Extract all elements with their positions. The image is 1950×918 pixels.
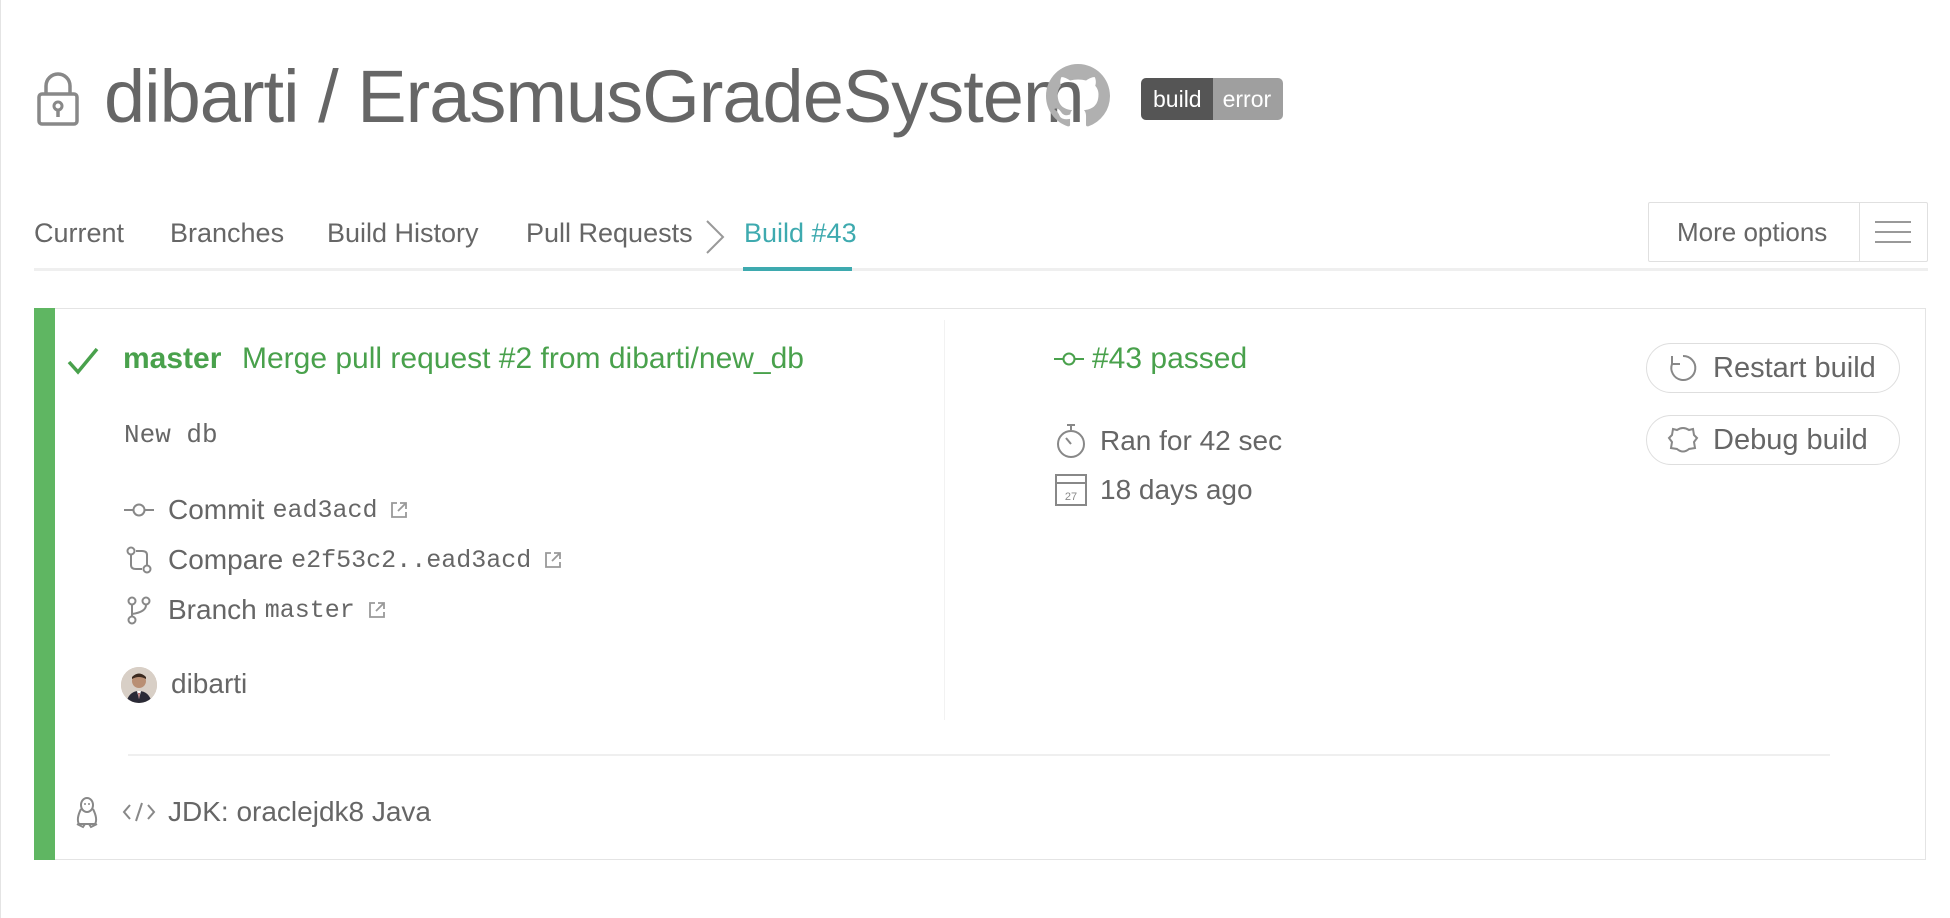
- debug-icon: [1667, 427, 1699, 453]
- more-options-divider: [1859, 203, 1860, 261]
- nav-divider: [34, 268, 1928, 271]
- badge-label: build: [1141, 78, 1213, 120]
- commit-status-icon: [1054, 352, 1084, 366]
- linux-icon: [76, 797, 98, 829]
- build-status-badge[interactable]: build error: [1141, 78, 1284, 120]
- tab-build-current[interactable]: Build #43: [744, 218, 857, 249]
- commit-label: Commit: [168, 494, 265, 525]
- repo-title: dibarti / ErasmusGradeSystem: [104, 52, 1085, 142]
- build-finished: 27 18 days ago: [1054, 472, 1253, 508]
- restart-build-button[interactable]: Restart build: [1646, 343, 1900, 393]
- compare-label: Compare: [168, 544, 284, 575]
- tab-pull-requests[interactable]: Pull Requests: [526, 218, 693, 249]
- hamburger-menu-icon: [1875, 221, 1911, 243]
- code-icon: [122, 802, 156, 822]
- stopwatch-icon: [1057, 424, 1085, 458]
- build-card: [34, 308, 1926, 860]
- commit-icon: [124, 503, 154, 517]
- debug-build-button[interactable]: Debug build: [1646, 415, 1900, 465]
- tab-build-history[interactable]: Build History: [327, 218, 479, 249]
- compare-range[interactable]: e2f53c2..ead3acd: [291, 546, 531, 575]
- jdk-row: JDK: oraclejdk8 Java: [72, 792, 431, 832]
- lock-icon: [37, 72, 79, 126]
- branch-icon: [127, 596, 151, 625]
- tab-branches[interactable]: Branches: [170, 218, 284, 249]
- build-status[interactable]: #43 passed: [1054, 342, 1247, 376]
- author-name[interactable]: dibarti: [171, 668, 247, 700]
- restart-build-label: Restart build: [1713, 351, 1876, 384]
- repo-name[interactable]: ErasmusGradeSystem: [357, 55, 1084, 138]
- build-finished-label: 18 days ago: [1100, 474, 1253, 505]
- build-commit-description: New db: [124, 420, 218, 450]
- calendar-day: 27: [1065, 491, 1077, 503]
- active-tab-indicator: [743, 267, 852, 271]
- jdk-label: JDK: oraclejdk8 Java: [168, 796, 432, 827]
- external-link-icon: [391, 502, 408, 518]
- author-avatar[interactable]: [121, 667, 157, 703]
- check-icon: [67, 347, 99, 375]
- column-divider: [944, 320, 945, 720]
- build-commit-message: Merge pull request #2 from dibarti/new_d…: [242, 342, 804, 375]
- tab-current[interactable]: Current: [34, 218, 124, 249]
- build-status-label: #43 passed: [1092, 342, 1248, 375]
- more-options-button[interactable]: More options: [1648, 202, 1928, 262]
- branch-label: Branch: [168, 594, 257, 625]
- chevron-right-icon: [706, 220, 725, 254]
- build-status-stripe: [34, 308, 55, 860]
- external-link-icon: [545, 552, 562, 568]
- github-icon[interactable]: [1046, 64, 1110, 128]
- commit-sha[interactable]: ead3acd: [272, 496, 377, 525]
- left-edge-border: [0, 0, 1, 918]
- branch-value[interactable]: master: [265, 596, 355, 625]
- repo-separator: /: [318, 55, 339, 138]
- repo-owner[interactable]: dibarti: [104, 55, 300, 138]
- build-duration: Ran for 42 sec: [1054, 423, 1282, 459]
- debug-build-label: Debug build: [1713, 423, 1868, 456]
- card-divider: [128, 754, 1830, 756]
- compare-icon: [126, 546, 152, 574]
- restart-icon: [1670, 354, 1697, 381]
- build-duration-label: Ran for 42 sec: [1100, 425, 1283, 456]
- commit-row[interactable]: Commit ead3acd: [124, 493, 409, 527]
- calendar-icon: 27: [1055, 474, 1087, 506]
- compare-row[interactable]: Compare e2f53c2..ead3acd: [124, 543, 563, 577]
- branch-row[interactable]: Branch master: [124, 593, 387, 627]
- avatar-image: [121, 667, 157, 703]
- build-branch-name[interactable]: master: [123, 342, 221, 376]
- more-options-label: More options: [1677, 217, 1828, 247]
- external-link-icon: [368, 602, 385, 618]
- badge-value: error: [1212, 78, 1284, 120]
